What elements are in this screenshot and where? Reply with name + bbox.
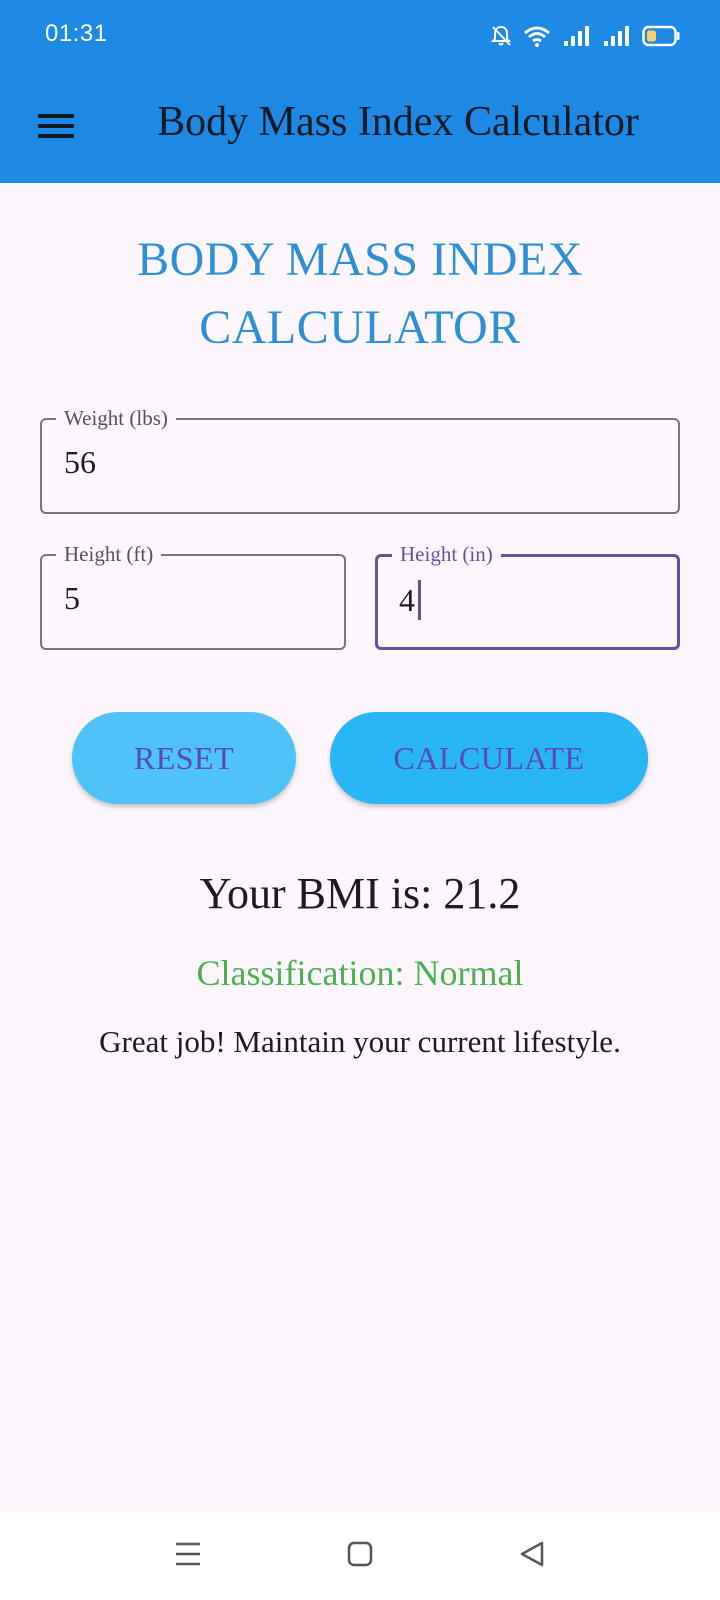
bmi-classification: Classification: Normal [196,953,524,993]
back-icon [518,1540,546,1573]
signal-icon [562,24,592,48]
recents-button[interactable] [166,1534,210,1578]
weight-field[interactable]: Weight (lbs) 56 [40,405,680,514]
heading-line-1: BODY MASS INDEX [137,233,583,286]
weight-value: 56 [64,444,96,480]
battery-icon [642,25,680,47]
height-in-input: 4 [399,580,421,620]
bmi-result: Your BMI is: 21.2 [199,869,521,918]
menu-icon [38,113,74,144]
calculate-button[interactable]: CALCULATE [330,712,648,804]
page-heading: BODY MASS INDEX CALCULATOR [60,226,660,362]
height-ft-field[interactable]: Height (ft) 5 [40,541,346,650]
text-cursor [418,580,421,620]
app-bar-title: Body Mass Index Calculator [157,99,639,145]
back-button[interactable] [510,1534,554,1578]
height-in-value: 4 [399,581,415,618]
status-time: 01:31 [45,20,108,47]
recents-icon [174,1541,202,1572]
system-nav-bar [0,1512,720,1600]
wifi-icon [522,24,552,48]
home-button[interactable] [338,1534,382,1578]
bell-muted-icon [490,24,512,48]
height-ft-value: 5 [64,580,80,616]
heading-line-2: CALCULATOR [199,301,521,354]
height-in-label: Height (in) [392,541,501,567]
height-in-field[interactable]: Height (in) 4 [375,541,680,650]
menu-button[interactable] [28,100,84,156]
weight-label: Weight (lbs) [56,405,176,431]
bmi-advice: Great job! Maintain your current lifesty… [99,1024,621,1059]
app-bar: 01:31 Body Mass Index Calculator [0,0,720,183]
height-ft-label: Height (ft) [56,541,162,567]
home-icon [346,1540,374,1573]
reset-button[interactable]: RESET [72,712,296,804]
status-icons [490,20,680,52]
signal-icon [602,24,632,48]
